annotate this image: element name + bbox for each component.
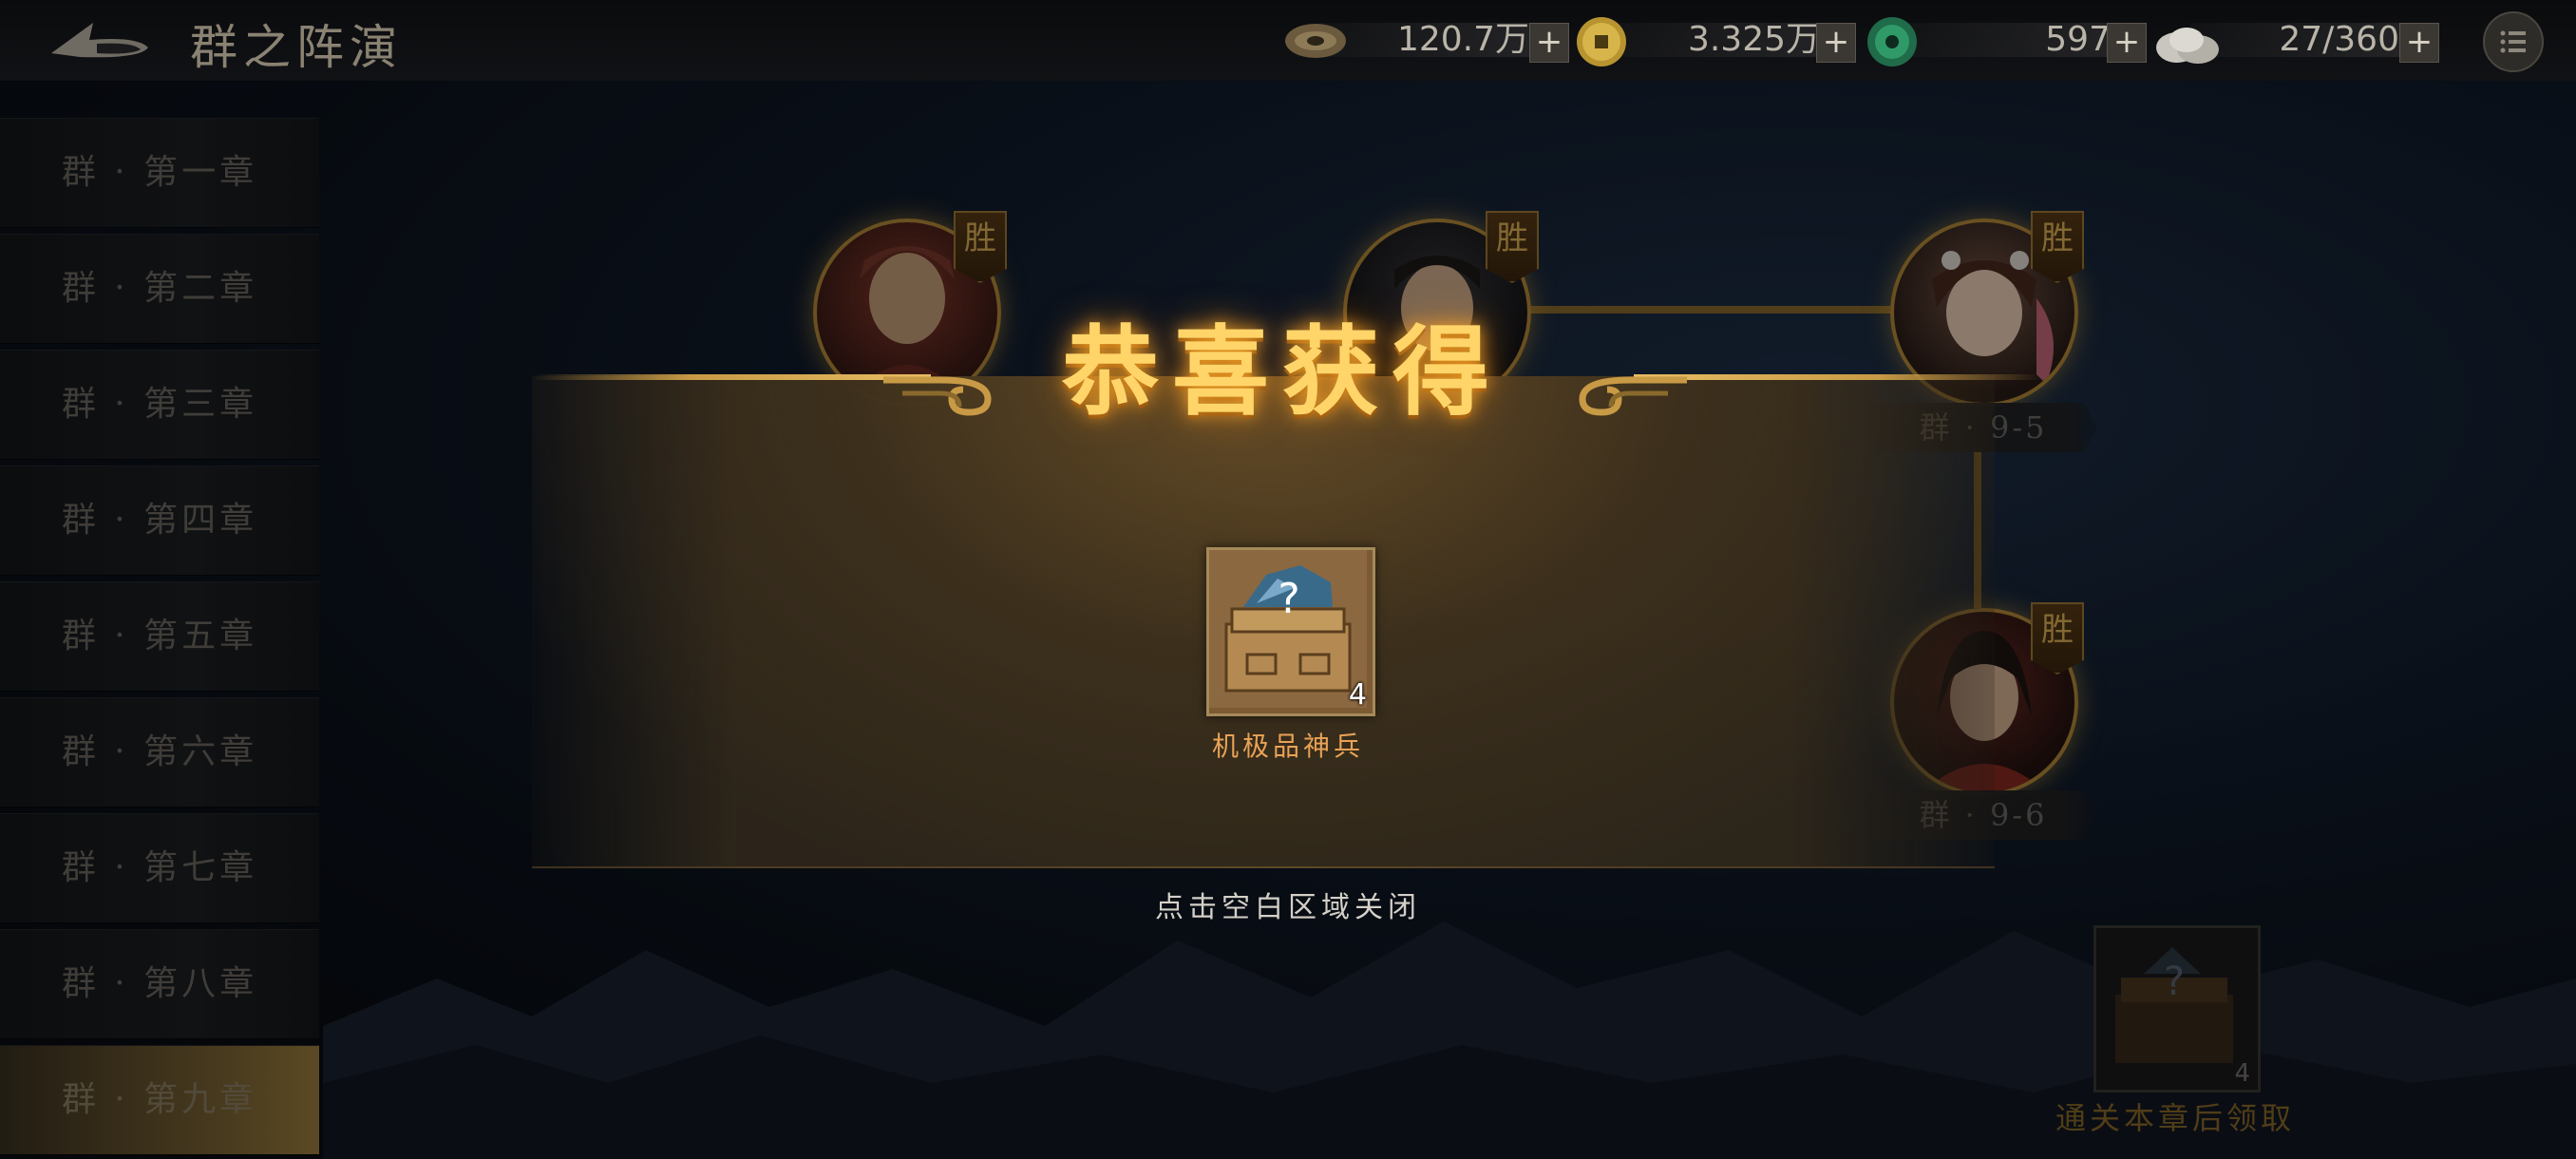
svg-text:?: ? bbox=[1278, 575, 1299, 623]
menu-button[interactable] bbox=[2483, 11, 2544, 72]
top-bar: 群之阵演 120.7万 + 3.325万 + 597 + 27/360 + bbox=[0, 0, 2576, 81]
banner-line-right bbox=[1634, 374, 2042, 380]
page-title: 群之阵演 bbox=[190, 20, 403, 75]
resource-value: 120.7万 bbox=[1396, 20, 1529, 59]
treasure-chest-icon: ? bbox=[1209, 550, 1367, 708]
add-jade-disc-button[interactable]: + bbox=[2107, 23, 2147, 63]
add-coin-button[interactable]: + bbox=[1816, 23, 1856, 63]
bun-icon bbox=[2156, 28, 2219, 64]
resource-jade-bi: 120.7万 + bbox=[1282, 15, 1569, 65]
add-stamina-button[interactable]: + bbox=[2399, 23, 2439, 63]
banner-line-left bbox=[532, 374, 931, 380]
resource-copper-coin: 3.325万 + bbox=[1573, 15, 1858, 66]
reward-quantity: 4 bbox=[1348, 678, 1367, 712]
game-screen: 群之阵演 120.7万 + 3.325万 + 597 + 27/360 + 群 … bbox=[0, 0, 2576, 1159]
close-hint: 点击空白区域关闭 bbox=[1155, 891, 1421, 924]
resource-value: 597 bbox=[2045, 20, 2111, 59]
reward-item[interactable]: ? 4 bbox=[1206, 547, 1375, 716]
resource-value: 27/360 bbox=[2279, 20, 2399, 59]
coin-icon bbox=[1577, 17, 1626, 66]
popup-title: 恭喜获得 bbox=[1062, 315, 1503, 429]
resource-jade-disc: 597 + bbox=[1864, 15, 2149, 66]
reward-item-name: 机极品神兵 bbox=[1211, 731, 1364, 762]
resource-stamina: 27/360 + bbox=[2152, 15, 2439, 65]
resource-value: 3.325万 bbox=[1687, 20, 1820, 59]
jade-disc-icon bbox=[1867, 17, 1917, 66]
list-menu-icon bbox=[2500, 30, 2526, 53]
back-arrow-icon bbox=[51, 23, 148, 58]
add-jade-bi-button[interactable]: + bbox=[1529, 23, 1569, 63]
back-button[interactable] bbox=[42, 15, 158, 65]
jade-bi-icon bbox=[1285, 24, 1346, 58]
